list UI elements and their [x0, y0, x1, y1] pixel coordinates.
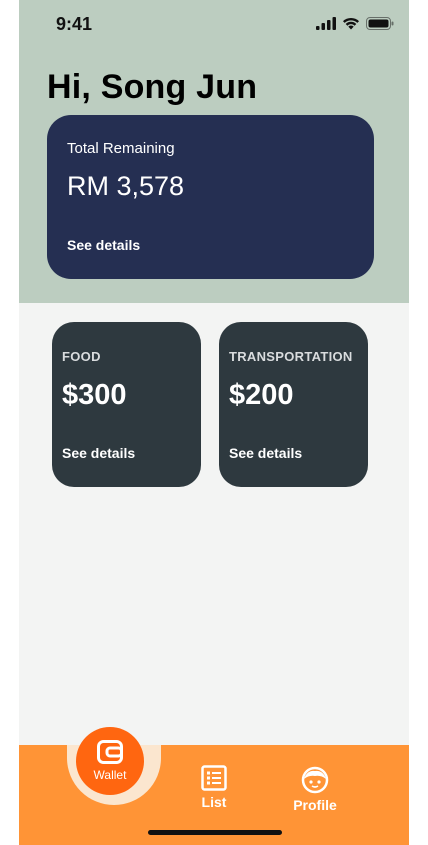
profile-face-icon: [301, 766, 329, 794]
greeting-title: Hi, Song Jun: [47, 68, 258, 106]
total-remaining-amount: RM 3,578: [67, 171, 185, 201]
nav-list-button[interactable]: List: [191, 765, 237, 810]
total-remaining-label: Total Remaining: [67, 140, 175, 157]
wifi-icon: [343, 17, 359, 30]
phone-screen: 9:41 Hi, Song Jun Total Remaining RM 3,5…: [19, 0, 409, 845]
status-time: 9:41: [56, 14, 93, 34]
nav-wallet-button[interactable]: Wallet: [76, 727, 144, 795]
nav-wallet-label: Wallet: [93, 768, 127, 782]
transportation-card[interactable]: TRANSPORTATION $200 See details: [219, 322, 368, 487]
food-see-details-link[interactable]: See details: [62, 445, 135, 461]
header-section: 9:41 Hi, Song Jun Total Remaining RM 3,5…: [19, 0, 409, 303]
nav-list-label: List: [201, 794, 227, 810]
total-remaining-card[interactable]: Total Remaining RM 3,578 See details: [47, 115, 374, 279]
food-card[interactable]: FOOD $300 See details: [52, 322, 201, 487]
transportation-amount: $200: [229, 379, 294, 411]
wallet-icon: [97, 740, 123, 764]
transportation-see-details-link[interactable]: See details: [229, 445, 302, 461]
food-amount: $300: [62, 379, 127, 411]
total-see-details-link[interactable]: See details: [67, 237, 140, 253]
transportation-category-name: TRANSPORTATION: [229, 349, 353, 364]
nav-profile-button[interactable]: Profile: [287, 766, 343, 813]
home-indicator[interactable]: [148, 830, 282, 835]
nav-profile-label: Profile: [293, 797, 337, 813]
status-icons: [316, 17, 394, 30]
list-icon: [201, 765, 227, 791]
food-category-name: FOOD: [62, 349, 101, 364]
battery-icon: [366, 17, 394, 30]
signal-icon: [316, 17, 336, 30]
